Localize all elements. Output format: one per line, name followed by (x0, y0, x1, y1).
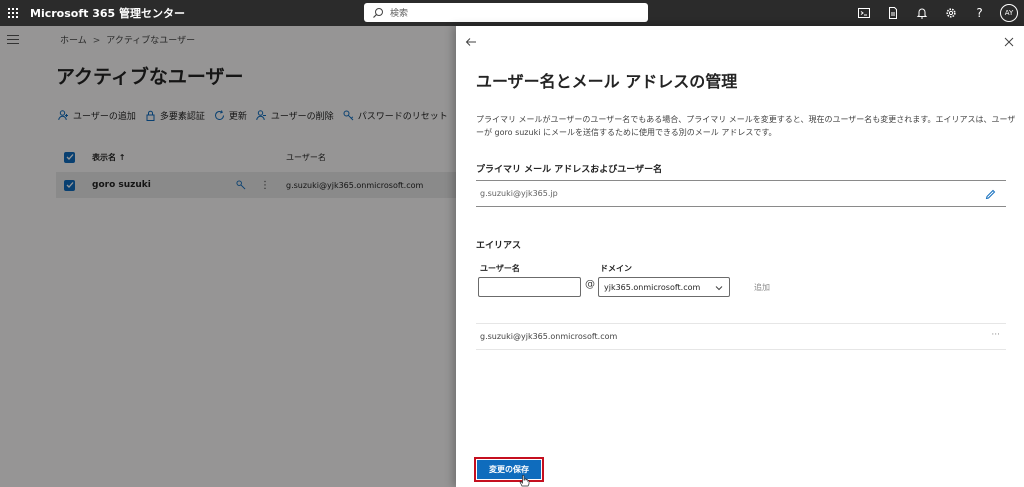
search-icon (373, 7, 383, 18)
alias-username-input[interactable] (478, 277, 581, 297)
primary-email-label: プライマリ メール アドレスおよびユーザー名 (476, 165, 663, 175)
app-launcher-button[interactable] (0, 0, 26, 26)
add-alias-button[interactable]: 追加 (754, 282, 770, 293)
pencil-icon[interactable] (985, 189, 996, 200)
document-icon (888, 7, 897, 19)
panel-description: プライマリ メールがユーザーのユーザー名でもある場合、プライマリ メールを変更す… (476, 115, 1016, 137)
terminal-button[interactable] (849, 0, 878, 26)
settings-button[interactable] (936, 0, 965, 26)
save-button-highlight: 変更の保存 (474, 457, 544, 482)
terminal-icon (857, 8, 870, 18)
hand-cursor-icon (519, 474, 530, 487)
chevron-down-icon (715, 286, 723, 291)
more-options-icon[interactable]: ··· (991, 330, 1000, 340)
alias-address: g.suzuki@yjk365.onmicrosoft.com (480, 332, 618, 341)
back-arrow-icon[interactable] (465, 36, 477, 48)
primary-email-field: g.suzuki@yjk365.jp (476, 180, 1006, 207)
document-button[interactable] (878, 0, 907, 26)
search-placeholder: 検索 (390, 9, 409, 19)
modal-overlay[interactable] (0, 26, 456, 487)
alias-section-label: エイリアス (476, 241, 522, 251)
avatar[interactable]: AY (1000, 4, 1018, 22)
help-button[interactable]: ? (965, 0, 994, 26)
at-sign: @ (585, 279, 595, 290)
help-icon: ? (976, 6, 983, 20)
top-bar: Microsoft 365 管理センター 検索 ? AY (0, 0, 1024, 26)
list-item: g.suzuki@yjk365.onmicrosoft.com ··· (476, 323, 1006, 350)
panel-title: ユーザー名とメール アドレスの管理 (476, 72, 738, 91)
domain-selected-value: yjk365.onmicrosoft.com (604, 282, 701, 292)
save-changes-button[interactable]: 変更の保存 (477, 460, 541, 479)
domain-label: ドメイン (600, 264, 632, 273)
domain-select[interactable]: yjk365.onmicrosoft.com (598, 277, 730, 297)
manage-username-panel: ユーザー名とメール アドレスの管理 プライマリ メールがユーザーのユーザー名でも… (456, 26, 1024, 487)
top-actions: ? AY (849, 0, 1018, 26)
username-label: ユーザー名 (480, 264, 520, 273)
waffle-icon (8, 8, 18, 18)
close-icon[interactable] (1004, 37, 1014, 47)
bell-icon (916, 8, 927, 19)
notifications-button[interactable] (907, 0, 936, 26)
primary-email-value: g.suzuki@yjk365.jp (480, 189, 558, 198)
gear-icon (945, 8, 956, 18)
app-title[interactable]: Microsoft 365 管理センター (30, 5, 185, 21)
search-box[interactable]: 検索 (364, 3, 648, 22)
